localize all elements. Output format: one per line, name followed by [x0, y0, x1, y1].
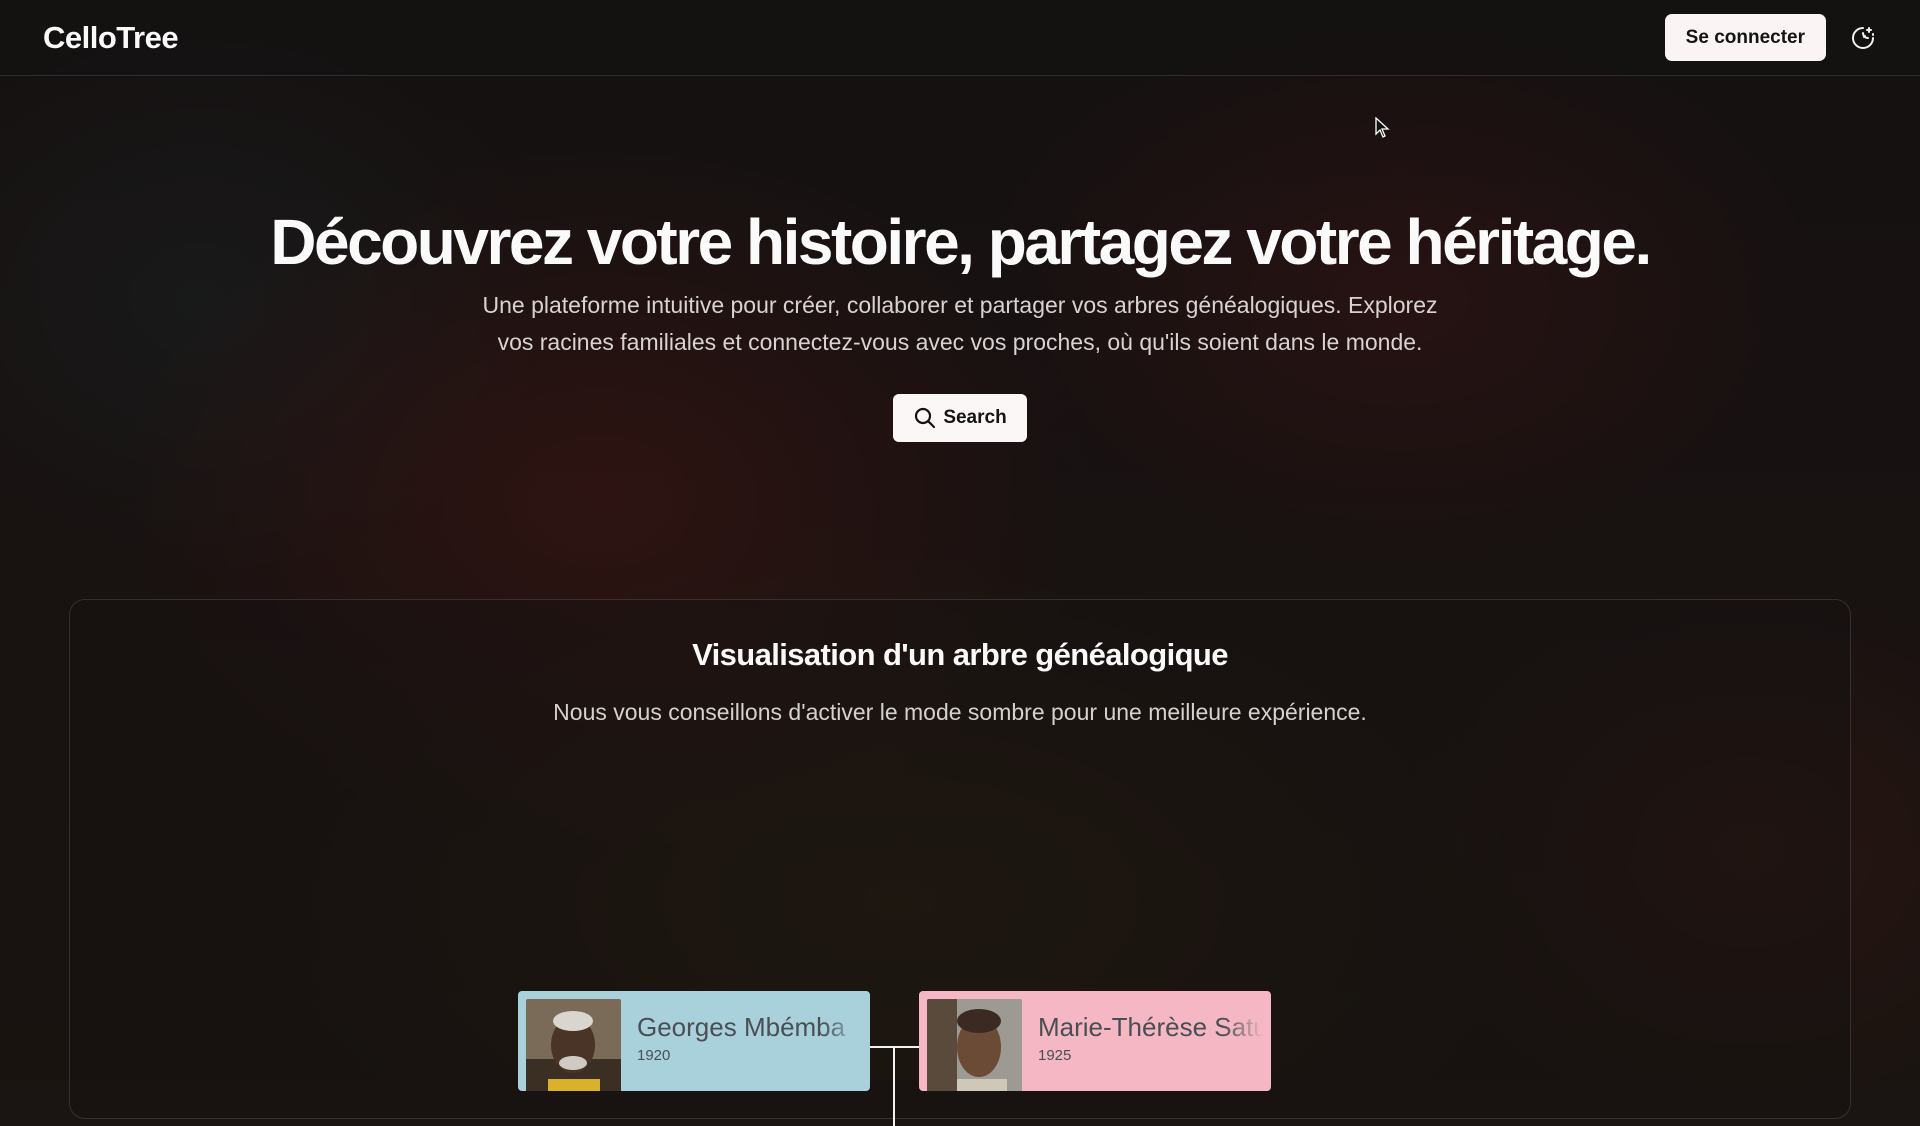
person-birth-year: 1925	[1038, 1047, 1263, 1064]
family-tree: Georges Mbémba 1920 Marie-Thérèse Satu 1…	[70, 600, 1850, 1118]
search-button-label: Search	[943, 407, 1006, 429]
logo[interactable]: CelloTree	[43, 20, 178, 56]
descendant-connector	[893, 1046, 895, 1126]
header-actions: Se connecter	[1665, 14, 1878, 61]
theme-toggle-icon[interactable]	[1848, 23, 1878, 53]
search-icon	[913, 406, 937, 430]
login-button[interactable]: Se connecter	[1665, 14, 1826, 61]
person-name: Georges Mbémba	[637, 1012, 862, 1043]
person-card-georges[interactable]: Georges Mbémba 1920	[518, 991, 870, 1091]
person-info: Georges Mbémba 1920	[637, 999, 862, 1083]
person-birth-year: 1920	[637, 1047, 862, 1064]
hero-title: Découvrez votre histoire, partagez votre…	[0, 205, 1920, 279]
top-navbar: CelloTree Se connecter	[0, 0, 1920, 76]
person-photo	[927, 999, 1022, 1091]
person-name: Marie-Thérèse Satu	[1038, 1012, 1263, 1043]
person-card-marie-therese[interactable]: Marie-Thérèse Satu 1925	[919, 991, 1271, 1091]
hero-section: Découvrez votre histoire, partagez votre…	[0, 205, 1920, 442]
hero-subtitle: Une plateforme intuitive pour créer, col…	[470, 287, 1450, 361]
person-photo	[526, 999, 621, 1091]
mouse-cursor-icon	[1375, 117, 1391, 144]
search-button[interactable]: Search	[893, 394, 1027, 442]
person-info: Marie-Thérèse Satu 1925	[1038, 999, 1263, 1083]
family-tree-panel: Visualisation d'un arbre généalogique No…	[69, 599, 1851, 1119]
